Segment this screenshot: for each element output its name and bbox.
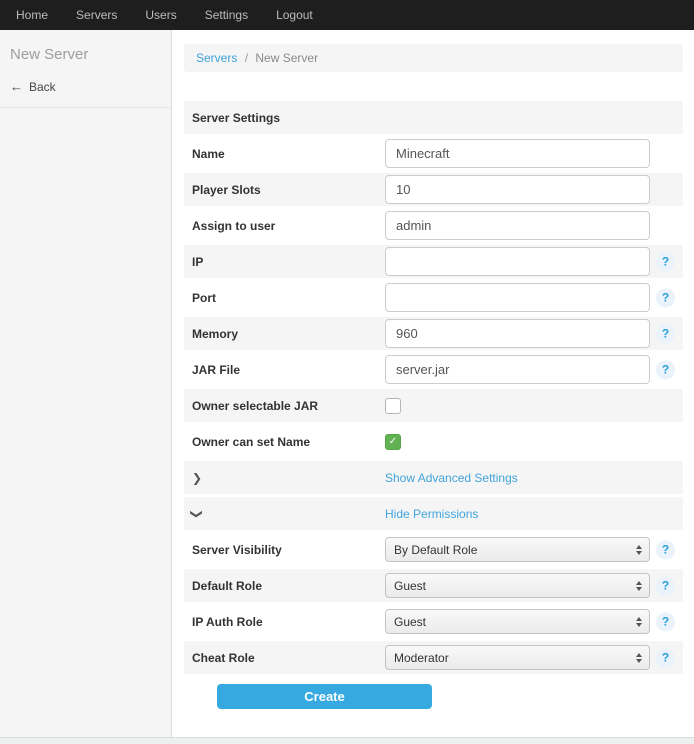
hide-permissions-link[interactable]: Hide Permissions — [385, 507, 478, 521]
field-label: Server Visibility — [192, 543, 385, 557]
server-visibility-select[interactable]: By Default Role — [385, 537, 650, 562]
field-control — [385, 211, 675, 240]
select-spinner-icon — [636, 581, 642, 591]
ip-input[interactable] — [385, 247, 650, 276]
field-control: ✓ — [385, 434, 675, 450]
field-control — [385, 139, 675, 168]
form-row-hide-permissions: ❯Hide Permissions — [184, 497, 683, 530]
field-label: Assign to user — [192, 219, 385, 233]
field-label: IP — [192, 255, 385, 269]
jar-file-help-icon[interactable]: ? — [656, 360, 675, 379]
form-row-jar-file: JAR File? — [184, 353, 683, 386]
ip-help-icon[interactable]: ? — [656, 252, 675, 271]
form-row-owner-selectable-jar: Owner selectable JAR — [184, 389, 683, 422]
main-content: Servers / New Server Server Settings Nam… — [184, 30, 683, 717]
port-help-icon[interactable]: ? — [656, 288, 675, 307]
server-visibility-select-value: By Default Role — [394, 543, 477, 557]
port-input[interactable] — [385, 283, 650, 312]
form-row-server-visibility: Server Visibility By Default Role? — [184, 533, 683, 566]
ip-auth-role-select[interactable]: Guest — [385, 609, 650, 634]
default-role-select-value: Guest — [394, 579, 426, 593]
form-row-player-slots: Player Slots — [184, 173, 683, 206]
form-row-name: Name — [184, 137, 683, 170]
field-control: By Default Role — [385, 537, 675, 562]
form-row-assign-to-user: Assign to user — [184, 209, 683, 242]
ip-auth-role-help-icon[interactable]: ? — [656, 612, 675, 631]
nav-item-home[interactable]: Home — [2, 0, 62, 30]
left-arrow-icon: ← — [10, 79, 23, 94]
select-spinner-icon — [636, 653, 642, 663]
field-label: Owner selectable JAR — [192, 399, 385, 413]
show-advanced-settings-link[interactable]: Show Advanced Settings — [385, 471, 518, 485]
form-row-default-role: Default Role Guest? — [184, 569, 683, 602]
nav-item-settings[interactable]: Settings — [191, 0, 262, 30]
owner-selectable-jar-checkbox[interactable] — [385, 398, 401, 414]
chevron-right-icon[interactable]: ❯ — [192, 471, 385, 485]
form-row-port: Port? — [184, 281, 683, 314]
field-label: Default Role — [192, 579, 385, 593]
field-control — [385, 283, 675, 312]
field-control — [385, 398, 675, 414]
form-section-header: Server Settings — [184, 101, 683, 134]
chevron-down-icon[interactable]: ❯ — [192, 507, 385, 521]
nav-item-users[interactable]: Users — [131, 0, 190, 30]
name-input[interactable] — [385, 139, 650, 168]
form-row-ip-auth-role: IP Auth Role Guest? — [184, 605, 683, 638]
field-control — [385, 355, 675, 384]
back-link[interactable]: ← Back — [0, 70, 171, 108]
breadcrumb-separator: / — [245, 51, 248, 65]
player-slots-input[interactable] — [385, 175, 650, 204]
form-row-cheat-role: Cheat Role Moderator? — [184, 641, 683, 674]
submit-control: Create — [192, 684, 675, 709]
jar-file-input[interactable] — [385, 355, 650, 384]
field-label: JAR File — [192, 363, 385, 377]
field-label: Memory — [192, 327, 385, 341]
default-role-help-icon[interactable]: ? — [656, 576, 675, 595]
field-label: Name — [192, 147, 385, 161]
memory-input[interactable] — [385, 319, 650, 348]
field-label: IP Auth Role — [192, 615, 385, 629]
cheat-role-select-value: Moderator — [394, 651, 449, 665]
form-row-owner-can-set-name: Owner can set Name✓ — [184, 425, 683, 458]
assign-to-user-input[interactable] — [385, 211, 650, 240]
field-control — [385, 247, 675, 276]
cheat-role-help-icon[interactable]: ? — [656, 648, 675, 667]
server-visibility-help-icon[interactable]: ? — [656, 540, 675, 559]
default-role-select[interactable]: Guest — [385, 573, 650, 598]
ip-auth-role-select-value: Guest — [394, 615, 426, 629]
form-row-ip: IP? — [184, 245, 683, 278]
back-label: Back — [29, 80, 56, 94]
field-control: Guest — [385, 609, 675, 634]
top-navbar: HomeServersUsersSettingsLogout — [0, 0, 694, 30]
nav-item-servers[interactable]: Servers — [62, 0, 131, 30]
field-control — [385, 319, 675, 348]
cheat-role-select[interactable]: Moderator — [385, 645, 650, 670]
page-title: New Server — [0, 30, 171, 70]
sidebar: New Server ← Back — [0, 30, 172, 744]
form-row-memory: Memory? — [184, 317, 683, 350]
form-row-show-advanced-settings: ❯Show Advanced Settings — [184, 461, 683, 494]
select-spinner-icon — [636, 545, 642, 555]
field-label: Cheat Role — [192, 651, 385, 665]
server-settings-form: Server Settings Name Player Slots Assign t… — [184, 101, 683, 714]
section-title: Server Settings — [192, 111, 385, 125]
field-label: Owner can set Name — [192, 435, 385, 449]
field-label: Player Slots — [192, 183, 385, 197]
owner-can-set-name-checkbox[interactable]: ✓ — [385, 434, 401, 450]
field-control: Moderator — [385, 645, 675, 670]
breadcrumb-current: New Server — [255, 51, 318, 65]
form-row-submit: Create — [184, 678, 683, 714]
field-control — [385, 175, 675, 204]
memory-help-icon[interactable]: ? — [656, 324, 675, 343]
breadcrumb-link-servers[interactable]: Servers — [196, 51, 237, 65]
select-spinner-icon — [636, 617, 642, 627]
field-control: Guest — [385, 573, 675, 598]
field-label: Port — [192, 291, 385, 305]
footer-strip — [0, 737, 694, 744]
breadcrumb: Servers / New Server — [184, 44, 683, 72]
create-button[interactable]: Create — [217, 684, 432, 709]
nav-item-logout[interactable]: Logout — [262, 0, 327, 30]
